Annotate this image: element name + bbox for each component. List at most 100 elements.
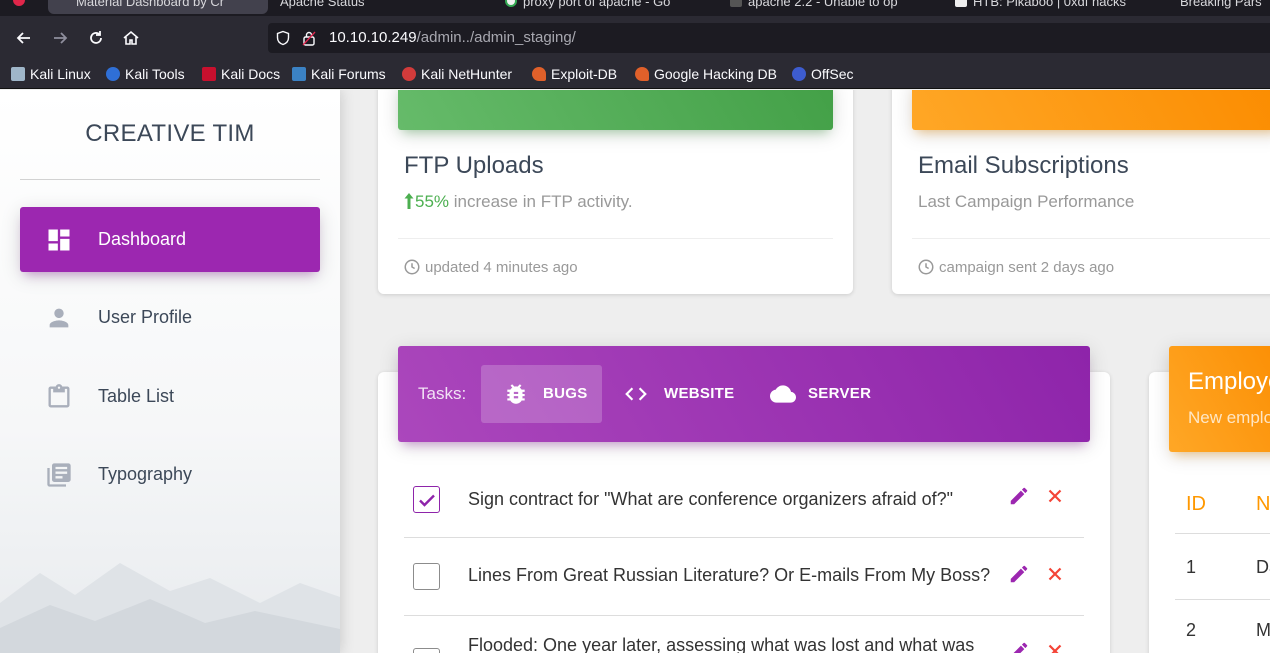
edit-icon[interactable]: [1008, 563, 1030, 585]
bookmark-kali-tools[interactable]: Kali Tools: [106, 65, 185, 83]
reload-icon[interactable]: [86, 28, 106, 48]
cloud-icon: [770, 385, 796, 403]
bookmark-kali-linux[interactable]: Kali Linux: [11, 65, 91, 83]
sidebar-item-label: Table List: [98, 386, 175, 406]
task-row: Sign contract for "What are conference o…: [404, 465, 1084, 538]
browser-tab-active[interactable]: Material Dashboard by Cr: [48, 0, 268, 14]
sidebar-item-label: User Profile: [98, 307, 193, 327]
bookmark-label: Kali Forums: [311, 66, 386, 82]
browser-tab[interactable]: Breaking Pars: [1180, 0, 1270, 14]
kali-dragon-icon: [11, 67, 25, 81]
brand-logo-text[interactable]: CREATIVE TIM: [20, 120, 320, 148]
ghdb-icon: [635, 67, 649, 81]
task-text: Flooded: One year later, assessing what …: [468, 635, 975, 653]
bookmarks-toolbar: Kali Linux Kali Tools Kali Docs Kali For…: [0, 60, 1270, 89]
bookmark-label: Kali NetHunter: [421, 66, 513, 82]
bookmark-kali-forums[interactable]: Kali Forums: [292, 65, 386, 83]
tasks-card-header: Tasks: BUGS WEBSITE SERVER: [398, 346, 1090, 442]
tab-title: Material Dashboard by Cr: [76, 0, 225, 9]
kali-tools-icon: [106, 67, 120, 81]
browser-navbar: 10.10.10.249/admin../admin_staging/: [0, 16, 1270, 60]
task-text: Sign contract for "What are conference o…: [468, 489, 954, 509]
email-card-title: Email Subscriptions: [918, 152, 1129, 179]
clock-icon: [918, 259, 934, 275]
email-card-divider: [912, 238, 1270, 239]
arrow-upward-icon: [404, 193, 414, 209]
table-header-id: ID: [1186, 493, 1206, 515]
back-arrow-icon[interactable]: [14, 28, 34, 48]
home-icon[interactable]: [121, 28, 141, 48]
browser-tab[interactable]: HTB: Pikaboo | 0xdf hacks: [955, 0, 1150, 14]
sidebar-item-user-profile[interactable]: User Profile: [20, 285, 320, 350]
url-host: 10.10.10.249: [329, 29, 417, 46]
tab-title: Breaking Pars: [1180, 0, 1262, 9]
tab-label: WEBSITE: [664, 385, 735, 402]
employees-card-header: Employees Stats New employees: [1169, 346, 1270, 452]
ftp-card-category: 55% increase in FTP activity.: [403, 192, 633, 212]
sidebar-item-label: Dashboard: [98, 229, 187, 249]
bookmark-google-hacking-db[interactable]: Google Hacking DB: [635, 65, 777, 83]
close-icon[interactable]: [1044, 640, 1066, 653]
tab-website[interactable]: WEBSITE: [610, 365, 740, 423]
bookmark-label: OffSec: [811, 66, 854, 82]
ftp-stat-value: 55%: [415, 192, 450, 211]
forward-arrow-icon[interactable]: [50, 28, 70, 48]
bookmark-exploit-db[interactable]: Exploit-DB: [532, 65, 617, 83]
table-header-divider: [1175, 533, 1270, 534]
exploit-db-icon: [532, 67, 546, 81]
task-row: Lines From Great Russian Literature? Or …: [404, 538, 1084, 616]
tab-label: BUGS: [543, 385, 588, 402]
lock-icon[interactable]: [302, 30, 316, 46]
stackoverflow-icon: [730, 0, 742, 7]
browser-tab[interactable]: apache 2.2 - Unable to op: [730, 0, 945, 14]
bookmark-label: Google Hacking DB: [654, 66, 777, 82]
ftp-stat-text: increase in FTP activity.: [449, 192, 633, 211]
task-checkbox-checked[interactable]: [413, 486, 440, 513]
tab-title: proxy port of apache - Go: [523, 0, 671, 9]
clock-icon: [404, 259, 420, 275]
table-header-name: Name: [1256, 493, 1270, 515]
browser-tab[interactable]: Apache Status: [280, 0, 480, 14]
ftp-card-title: FTP Uploads: [404, 152, 544, 179]
bookmark-offsec[interactable]: OffSec: [792, 65, 854, 83]
address-bar[interactable]: 10.10.10.249/admin../admin_staging/: [268, 23, 1270, 53]
library-books-icon: [47, 463, 71, 487]
bookmark-kali-nethunter[interactable]: Kali NetHunter: [402, 65, 512, 83]
sidebar-item-dashboard[interactable]: Dashboard: [20, 207, 320, 272]
shield-icon[interactable]: [275, 30, 291, 46]
task-checkbox[interactable]: [413, 563, 440, 590]
tab-title: Apache Status: [280, 0, 365, 9]
tab-server[interactable]: SERVER: [754, 365, 874, 423]
window-close-dot[interactable]: [13, 0, 25, 6]
edit-icon[interactable]: [1008, 485, 1030, 507]
check-icon: [419, 494, 435, 507]
ftp-card-footer: updated 4 minutes ago: [403, 258, 578, 276]
url-path: /admin../admin_staging/: [416, 29, 576, 46]
table-cell-id: 1: [1186, 557, 1197, 577]
edit-icon[interactable]: [1008, 640, 1030, 653]
code-icon: [625, 387, 647, 401]
google-icon: [505, 0, 517, 7]
bookmark-kali-docs[interactable]: Kali Docs: [202, 65, 280, 83]
table-cell-name: Minerva Hooper: [1256, 620, 1270, 640]
sidebar-item-table-list[interactable]: Table List: [20, 364, 320, 429]
task-checkbox[interactable]: [413, 648, 440, 653]
bookmark-label: Kali Tools: [125, 66, 185, 82]
email-chart-header: [912, 90, 1270, 130]
browser-tab-strip: Material Dashboard by Cr Apache Status p…: [0, 0, 1270, 16]
bookmark-label: Kali Linux: [30, 66, 91, 82]
url-text[interactable]: 10.10.10.249/admin../admin_staging/: [329, 29, 576, 47]
brand-divider: [20, 179, 320, 180]
sidebar-item-typography[interactable]: Typography: [20, 442, 320, 507]
ftp-card-divider: [398, 238, 833, 239]
bookmark-label: Exploit-DB: [551, 66, 618, 82]
close-icon[interactable]: [1044, 563, 1066, 585]
table-cell-name: Dakota Rice: [1256, 557, 1270, 577]
table-row-divider: [1175, 599, 1270, 600]
kali-forums-icon: [292, 67, 306, 81]
dashboard-icon: [48, 229, 70, 251]
sidebar: CREATIVE TIM Dashboard User Profile Tabl…: [0, 90, 340, 653]
browser-tab[interactable]: proxy port of apache - Go: [505, 0, 720, 14]
close-icon[interactable]: [1044, 485, 1066, 507]
tab-bugs[interactable]: BUGS: [481, 365, 602, 423]
